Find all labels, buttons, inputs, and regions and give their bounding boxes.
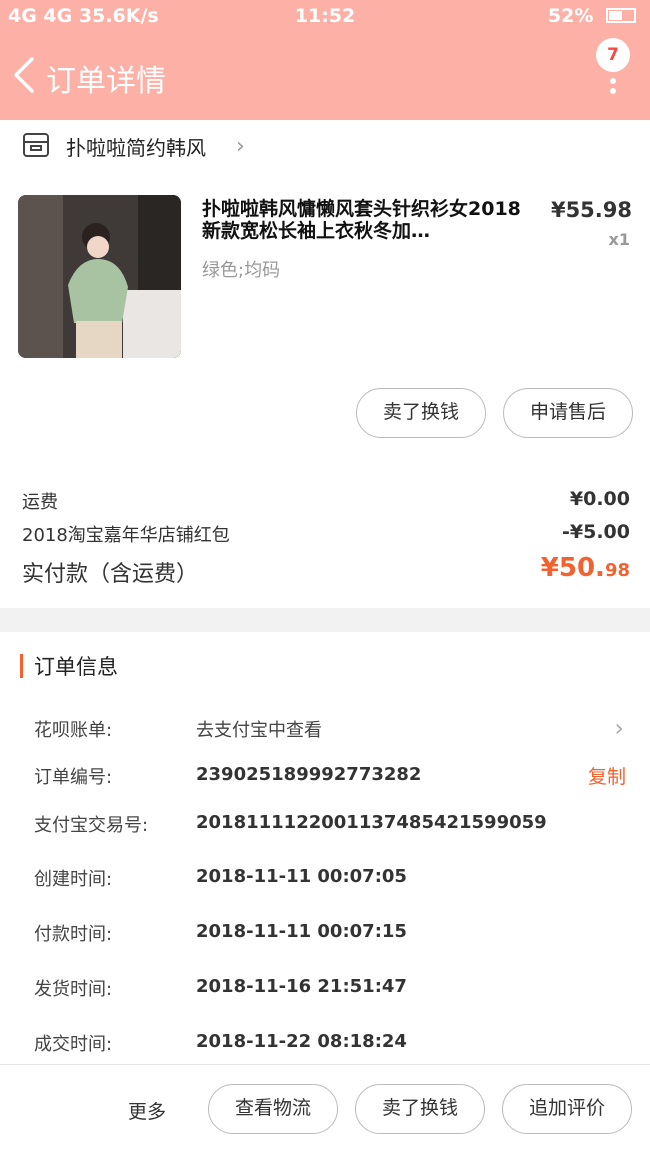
menu-dot-icon: [610, 78, 616, 84]
more-button[interactable]: 更多: [128, 1097, 166, 1124]
shipped-time-value: 2018-11-16 21:51:47: [196, 976, 407, 997]
order-number-label: 订单编号:: [34, 767, 113, 788]
section-title: 订单信息: [34, 655, 118, 679]
paid-label: 实付款（含运费）: [22, 562, 199, 587]
after-sales-button[interactable]: 申请售后: [503, 388, 633, 438]
status-bar: 4G 4G 35.6K/s 11:52 52%: [0, 0, 650, 32]
created-time-value: 2018-11-11 00:07:05: [196, 866, 407, 887]
battery-percent: 52%: [547, 5, 594, 27]
header-bar: 4G 4G 35.6K/s 11:52 52% 订单详情 7: [0, 0, 650, 120]
chevron-right-icon[interactable]: ›: [614, 714, 624, 742]
product-photo: [18, 195, 181, 358]
paid-time-label: 付款时间:: [34, 924, 113, 945]
discount-value: -¥5.00: [562, 521, 630, 543]
shop-name: 扑啦啦简约韩风: [66, 136, 206, 160]
store-icon: [23, 133, 49, 157]
more-menu-button[interactable]: 7: [596, 38, 630, 96]
shipping-label: 运费: [22, 492, 58, 513]
section-accent-bar: [20, 654, 23, 678]
completed-time-value: 2018-11-22 08:18:24: [196, 1031, 407, 1052]
paid-amount: ¥50.98: [540, 553, 630, 583]
huabei-link[interactable]: 去支付宝中查看: [196, 716, 322, 742]
shipping-value: ¥0.00: [569, 488, 630, 510]
section-divider: [0, 608, 650, 632]
product-quantity: x1: [608, 230, 630, 249]
shop-row[interactable]: 扑啦啦简约韩风 ›: [0, 120, 650, 170]
battery-icon: [606, 8, 636, 23]
page-title: 订单详情: [46, 64, 166, 99]
sell-bottom-button[interactable]: 卖了换钱: [355, 1084, 485, 1134]
order-number-value: 239025189992773282: [196, 764, 422, 785]
copy-button[interactable]: 复制: [588, 762, 626, 789]
add-review-button[interactable]: 追加评价: [502, 1084, 632, 1134]
menu-dot-icon: [610, 88, 616, 94]
chevron-right-icon: ›: [236, 134, 245, 159]
shipped-time-label: 发货时间:: [34, 979, 113, 1000]
product-sku: 绿色;均码: [202, 260, 281, 281]
paid-time-value: 2018-11-11 00:07:15: [196, 921, 407, 942]
sell-button[interactable]: 卖了换钱: [356, 388, 486, 438]
alipay-trade-label: 支付宝交易号:: [34, 815, 149, 836]
discount-label: 2018淘宝嘉年华店铺红包: [22, 525, 230, 546]
product-image[interactable]: [18, 195, 181, 358]
alipay-trade-value: 2018111122001137485421599059: [196, 812, 547, 833]
back-icon[interactable]: [10, 56, 38, 94]
product-price: ¥55.98: [550, 198, 632, 222]
huabei-label: 花呗账单:: [34, 720, 113, 741]
notification-badge: 7: [596, 38, 630, 72]
product-title[interactable]: 扑啦啦韩风慵懒风套头针织衫女2018新款宽松长袖上衣秋冬加…: [202, 198, 532, 244]
view-logistics-button[interactable]: 查看物流: [208, 1084, 338, 1134]
completed-time-label: 成交时间:: [34, 1034, 113, 1055]
created-time-label: 创建时间:: [34, 869, 113, 890]
